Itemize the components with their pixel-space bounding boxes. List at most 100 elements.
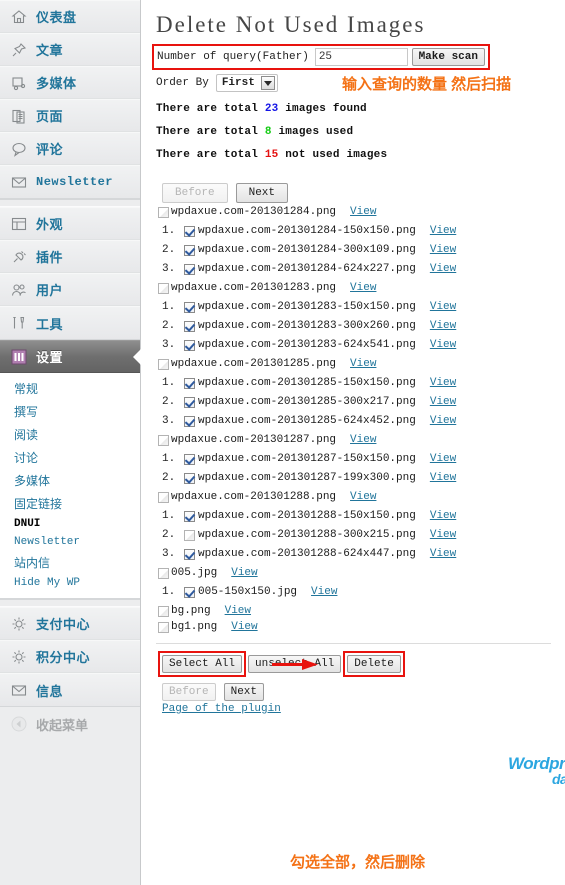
delete-button[interactable]: Delete bbox=[347, 655, 401, 673]
parent-image-checkbox[interactable] bbox=[158, 605, 169, 617]
next-button-bottom[interactable]: Next bbox=[223, 683, 265, 701]
sidebar-item-4[interactable]: 页面 bbox=[0, 99, 140, 132]
view-link[interactable]: View bbox=[430, 396, 456, 408]
child-image-row: 2. wpdaxue.com-201301283-300x260.png View bbox=[158, 320, 557, 332]
child-image-checkbox[interactable] bbox=[184, 320, 195, 332]
sidebar-item-2[interactable]: 积分中心 bbox=[0, 640, 140, 673]
parent-image-checkbox[interactable] bbox=[158, 567, 169, 579]
parent-image-row: wpdaxue.com-201301288.png View bbox=[158, 491, 557, 503]
submenu-item-2[interactable]: 撰写 bbox=[0, 400, 140, 423]
sidebar-group-mid: 外观插件 用户 工具 bbox=[0, 207, 140, 340]
stat-suffix: images used bbox=[271, 126, 354, 138]
view-link[interactable]: View bbox=[430, 453, 456, 465]
select-all-button[interactable]: Select All bbox=[162, 655, 243, 673]
parent-image-checkbox[interactable] bbox=[158, 621, 169, 633]
view-link[interactable]: View bbox=[350, 282, 376, 294]
child-image-checkbox[interactable] bbox=[184, 339, 195, 351]
sidebar-item-1[interactable]: 仪表盘 bbox=[0, 0, 140, 33]
parent-image-checkbox[interactable] bbox=[158, 206, 169, 218]
view-link[interactable]: View bbox=[350, 206, 376, 218]
sidebar-item-1[interactable]: 支付中心 bbox=[0, 607, 140, 640]
sidebar-item-3[interactable]: 信息 bbox=[0, 673, 140, 706]
child-image-checkbox[interactable] bbox=[184, 301, 195, 313]
settings-icon bbox=[9, 347, 29, 367]
submenu-item-7[interactable]: DNUI bbox=[0, 515, 140, 533]
child-image-checkbox[interactable] bbox=[184, 244, 195, 256]
sidebar-item-2[interactable]: 插件 bbox=[0, 240, 140, 273]
submenu-item-9[interactable]: 站内信 bbox=[0, 551, 140, 574]
parent-image-row: bg.png View bbox=[158, 605, 557, 617]
parent-image-row: wpdaxue.com-201301283.png View bbox=[158, 282, 557, 294]
submenu-item-4[interactable]: 讨论 bbox=[0, 446, 140, 469]
child-image-name: wpdaxue.com-201301285-624x452.png bbox=[198, 415, 416, 427]
view-link[interactable]: View bbox=[311, 586, 337, 598]
sidebar-item-collapse-menu[interactable]: 收起菜单 bbox=[0, 707, 140, 741]
child-image-checkbox[interactable] bbox=[184, 377, 195, 389]
submenu-item-5[interactable]: 多媒体 bbox=[0, 469, 140, 492]
submenu-item-8[interactable]: Newsletter bbox=[0, 533, 140, 551]
view-link[interactable]: View bbox=[430, 301, 456, 313]
annotation-top: 输入查询的数量 然后扫描 bbox=[342, 76, 512, 93]
view-link[interactable]: View bbox=[430, 320, 456, 332]
unselect-all-wrapper: unselect All bbox=[248, 655, 342, 673]
child-image-checkbox[interactable] bbox=[184, 586, 195, 598]
sidebar-item-settings[interactable]: 设置 bbox=[0, 340, 141, 373]
stat-number: 8 bbox=[264, 126, 272, 138]
view-link[interactable]: View bbox=[350, 434, 376, 446]
child-image-checkbox[interactable] bbox=[184, 396, 195, 408]
view-link[interactable]: View bbox=[430, 263, 456, 275]
child-image-checkbox[interactable] bbox=[184, 415, 195, 427]
sidebar-item-6[interactable]: Newsletter bbox=[0, 165, 140, 198]
sidebar-item-3[interactable]: 多媒体 bbox=[0, 66, 140, 99]
child-image-checkbox[interactable] bbox=[184, 472, 195, 484]
parent-image-name: bg1.png bbox=[171, 621, 218, 633]
view-link[interactable]: View bbox=[350, 491, 376, 503]
row-index: 1. bbox=[162, 453, 176, 465]
parent-image-checkbox[interactable] bbox=[158, 282, 169, 294]
before-button-top[interactable]: Before bbox=[162, 183, 228, 203]
view-link[interactable]: View bbox=[430, 415, 456, 427]
parent-image-checkbox[interactable] bbox=[158, 358, 169, 370]
parent-image-checkbox[interactable] bbox=[158, 434, 169, 446]
child-image-checkbox[interactable] bbox=[184, 453, 195, 465]
unselect-all-button[interactable]: unselect All bbox=[248, 655, 342, 673]
view-link[interactable]: View bbox=[350, 358, 376, 370]
sidebar-item-4[interactable]: 工具 bbox=[0, 306, 140, 339]
child-image-checkbox[interactable] bbox=[184, 225, 195, 237]
view-link[interactable]: View bbox=[430, 529, 456, 541]
view-link[interactable]: View bbox=[430, 244, 456, 256]
sidebar-item-label: 外观 bbox=[36, 217, 64, 232]
page-of-the-plugin-link[interactable]: Page of the plugin bbox=[162, 703, 281, 715]
sidebar-item-2[interactable]: 文章 bbox=[0, 33, 140, 66]
child-image-name: wpdaxue.com-201301285-300x217.png bbox=[198, 396, 416, 408]
sidebar-item-1[interactable]: 外观 bbox=[0, 207, 140, 240]
view-link[interactable]: View bbox=[430, 472, 456, 484]
order-by-select[interactable]: First bbox=[215, 74, 278, 92]
submenu-item-3[interactable]: 阅读 bbox=[0, 423, 140, 446]
child-image-checkbox[interactable] bbox=[184, 548, 195, 560]
submenu-item-6[interactable]: 固定链接 bbox=[0, 492, 140, 515]
view-link[interactable]: View bbox=[225, 605, 251, 617]
sidebar-item-3[interactable]: 用户 bbox=[0, 273, 140, 306]
child-image-checkbox[interactable] bbox=[184, 529, 195, 541]
next-button-top[interactable]: Next bbox=[235, 183, 289, 203]
parent-image-row: wpdaxue.com-201301284.png View bbox=[158, 206, 557, 218]
make-scan-button[interactable]: Make scan bbox=[411, 48, 485, 66]
submenu-item-10[interactable]: Hide My WP bbox=[0, 574, 140, 592]
child-image-checkbox[interactable] bbox=[184, 263, 195, 275]
sidebar-item-5[interactable]: 评论 bbox=[0, 132, 140, 165]
view-link[interactable]: View bbox=[430, 548, 456, 560]
view-link[interactable]: View bbox=[231, 621, 257, 633]
before-button-bottom[interactable]: Before bbox=[162, 683, 216, 701]
child-image-checkbox[interactable] bbox=[184, 510, 195, 522]
parent-image-checkbox[interactable] bbox=[158, 491, 169, 503]
number-of-query-input[interactable] bbox=[314, 48, 408, 66]
submenu-item-1[interactable]: 常规 bbox=[0, 377, 140, 400]
view-link[interactable]: View bbox=[430, 377, 456, 389]
posts-pin-icon bbox=[9, 40, 29, 60]
view-link[interactable]: View bbox=[430, 510, 456, 522]
view-link[interactable]: View bbox=[430, 225, 456, 237]
annotation-bottom: 勾选全部，然后删除 bbox=[290, 854, 426, 871]
view-link[interactable]: View bbox=[231, 567, 257, 579]
view-link[interactable]: View bbox=[430, 339, 456, 351]
